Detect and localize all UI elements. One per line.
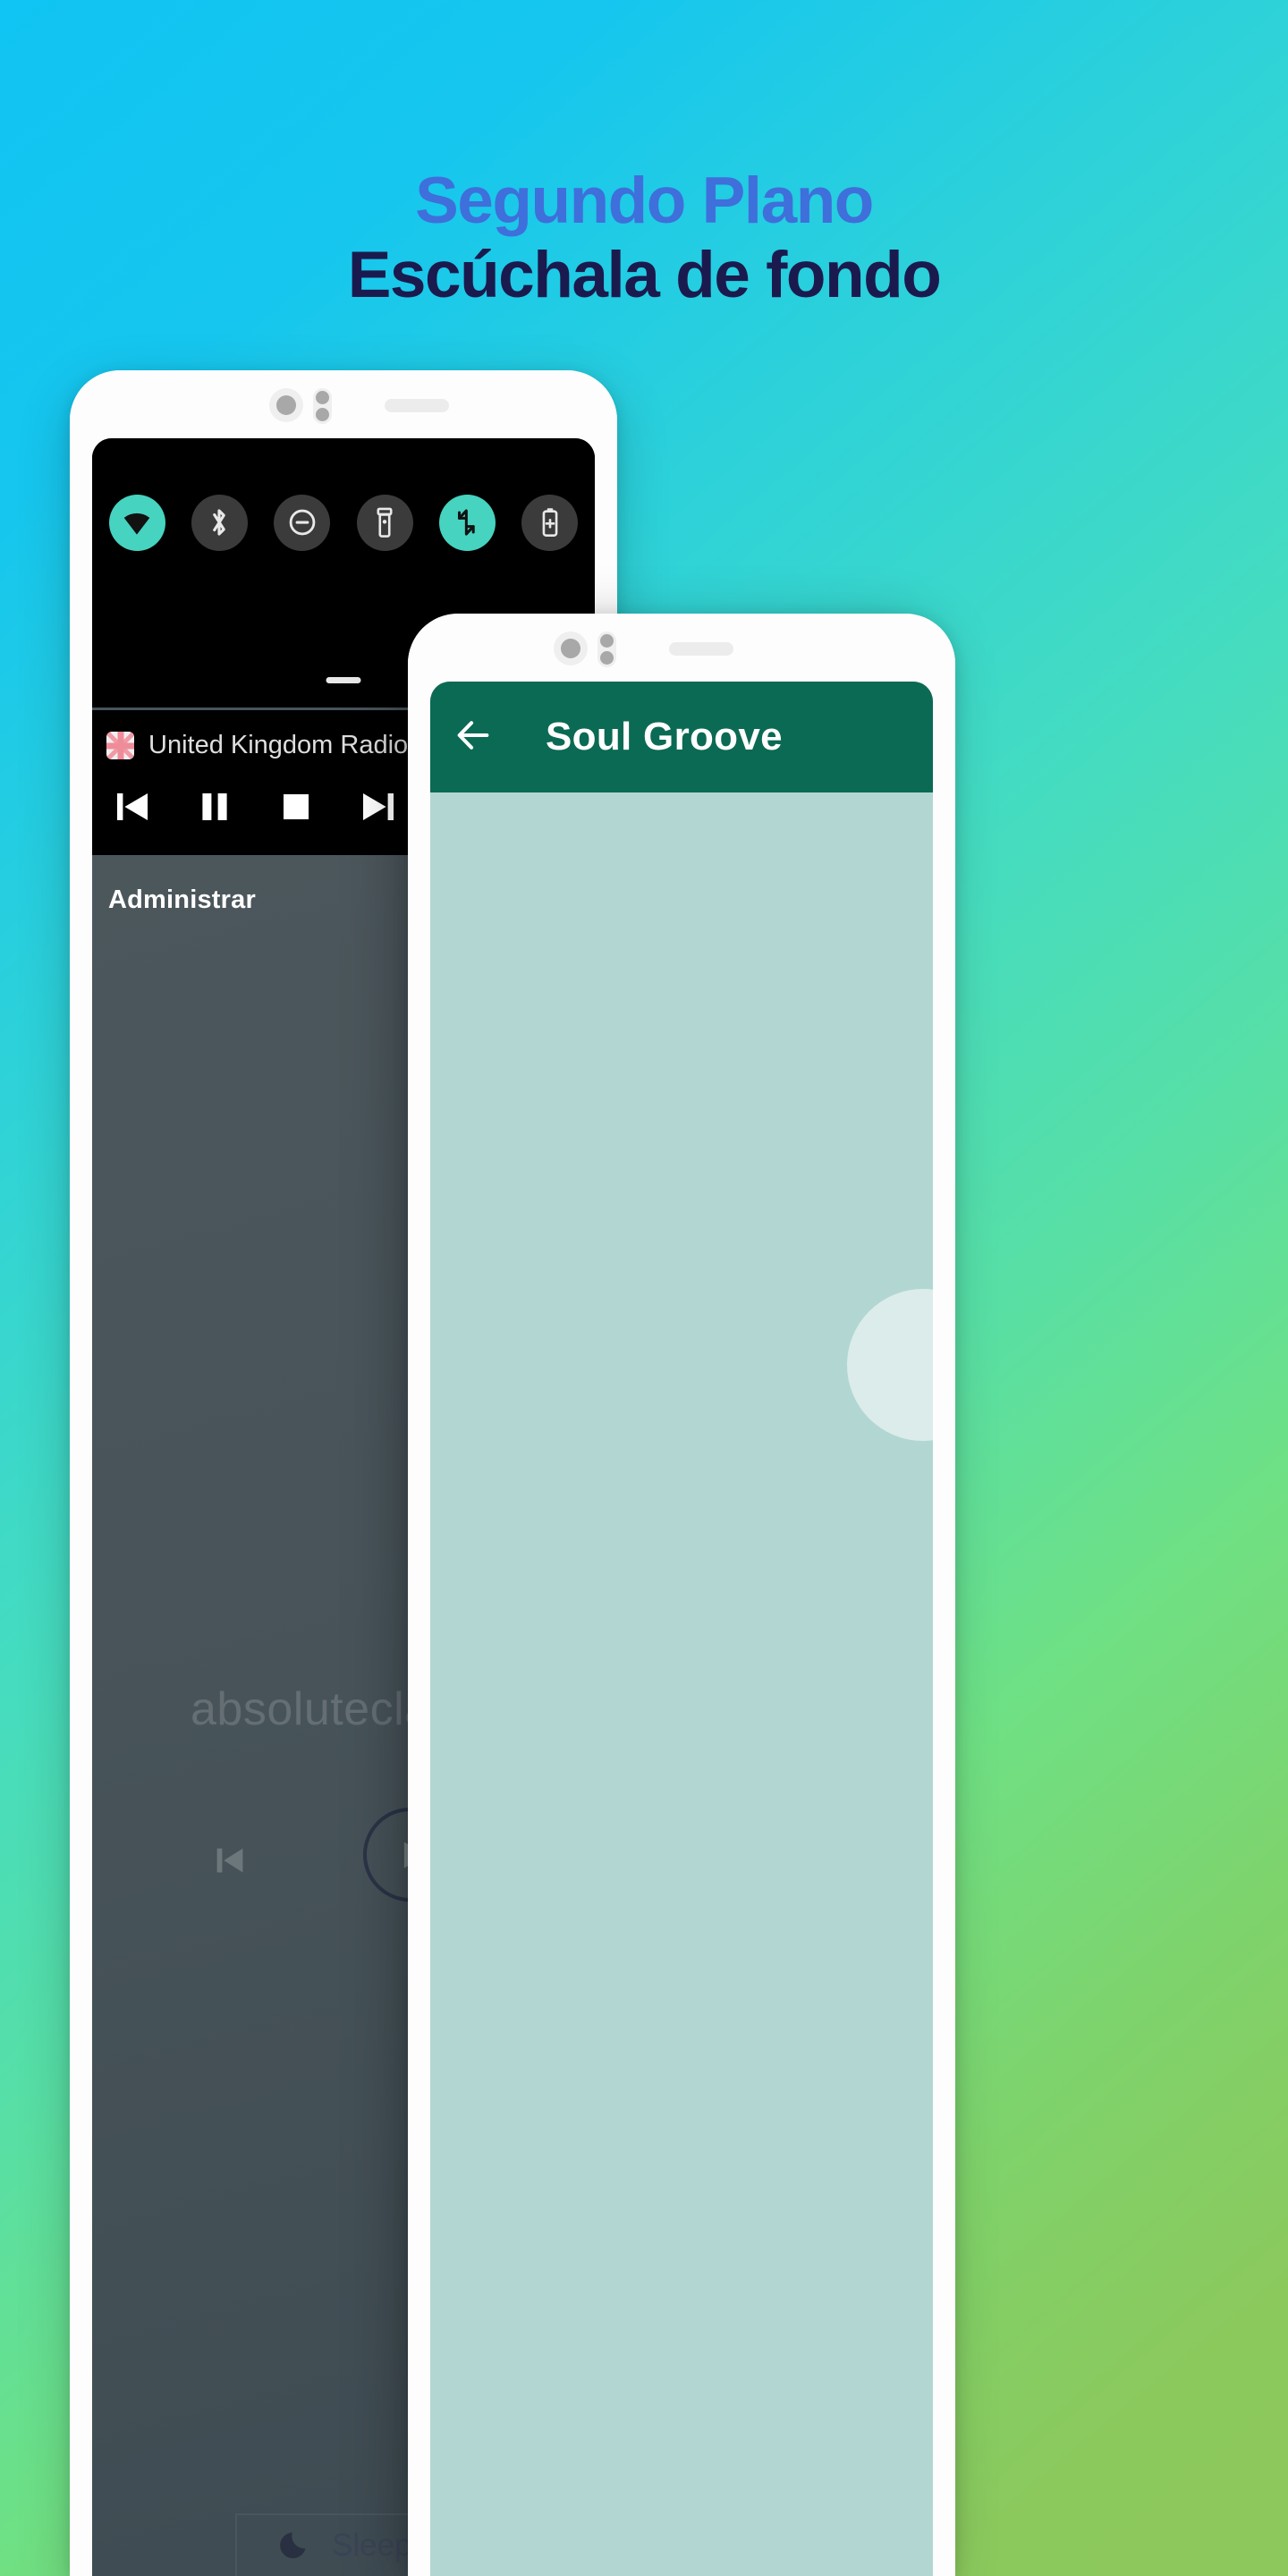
back-arrow-icon[interactable] xyxy=(453,715,494,760)
uk-flag-icon xyxy=(106,732,134,759)
app-bar-title: Soul Groove xyxy=(546,715,783,758)
quick-tile-auto-rotate[interactable] xyxy=(426,494,508,551)
flashlight-icon[interactable] xyxy=(356,494,413,551)
previous-track-icon[interactable] xyxy=(112,785,155,828)
quick-settings-strip xyxy=(92,438,595,606)
earpiece-speaker xyxy=(385,399,449,412)
quick-tile-flashlight[interactable] xyxy=(343,494,426,551)
do-not-disturb-icon[interactable] xyxy=(274,494,331,551)
phone-mockup-front: Soul Groove xyxy=(408,614,955,2576)
headline-line-2: Escúchala de fondo xyxy=(347,238,942,311)
sensor-dots-icon xyxy=(313,388,332,424)
quick-tile-battery-saver[interactable] xyxy=(509,494,591,551)
player-content-area xyxy=(430,792,933,2576)
stop-icon[interactable] xyxy=(275,785,318,828)
pause-icon[interactable] xyxy=(193,785,236,828)
phone-front-screen: Soul Groove xyxy=(430,682,933,2576)
media-notification-title: United Kingdom Radio xyxy=(148,731,409,759)
moon-icon xyxy=(280,2528,312,2564)
auto-rotate-icon[interactable] xyxy=(438,494,496,551)
earpiece-speaker xyxy=(669,642,733,656)
front-camera-icon xyxy=(269,388,303,422)
quick-tile-do-not-disturb[interactable] xyxy=(261,494,343,551)
promo-screenshot: Segundo Plano Escúchala de fondo United … xyxy=(0,0,1288,2576)
app-bar: Soul Groove xyxy=(430,682,933,792)
phone-front-bezel xyxy=(408,614,955,682)
album-art-circle xyxy=(847,1289,933,1441)
bluetooth-icon[interactable] xyxy=(191,494,248,551)
battery-saver-icon[interactable] xyxy=(521,494,579,551)
quick-tile-wifi[interactable] xyxy=(96,494,178,551)
quick-tile-bluetooth[interactable] xyxy=(178,494,260,551)
panel-drag-handle[interactable] xyxy=(326,677,361,683)
sensor-dots-icon xyxy=(597,631,616,667)
front-camera-icon xyxy=(554,631,588,665)
phone-back-bezel xyxy=(70,370,617,438)
wifi-icon[interactable] xyxy=(108,494,165,551)
headline-line-1: Segundo Plano xyxy=(415,165,874,237)
headline-block: Segundo Plano Escúchala de fondo xyxy=(0,165,1288,314)
manage-section-label: Administrar xyxy=(108,886,256,914)
previous-track-icon[interactable] xyxy=(210,1840,251,1885)
next-track-icon[interactable] xyxy=(356,785,399,828)
